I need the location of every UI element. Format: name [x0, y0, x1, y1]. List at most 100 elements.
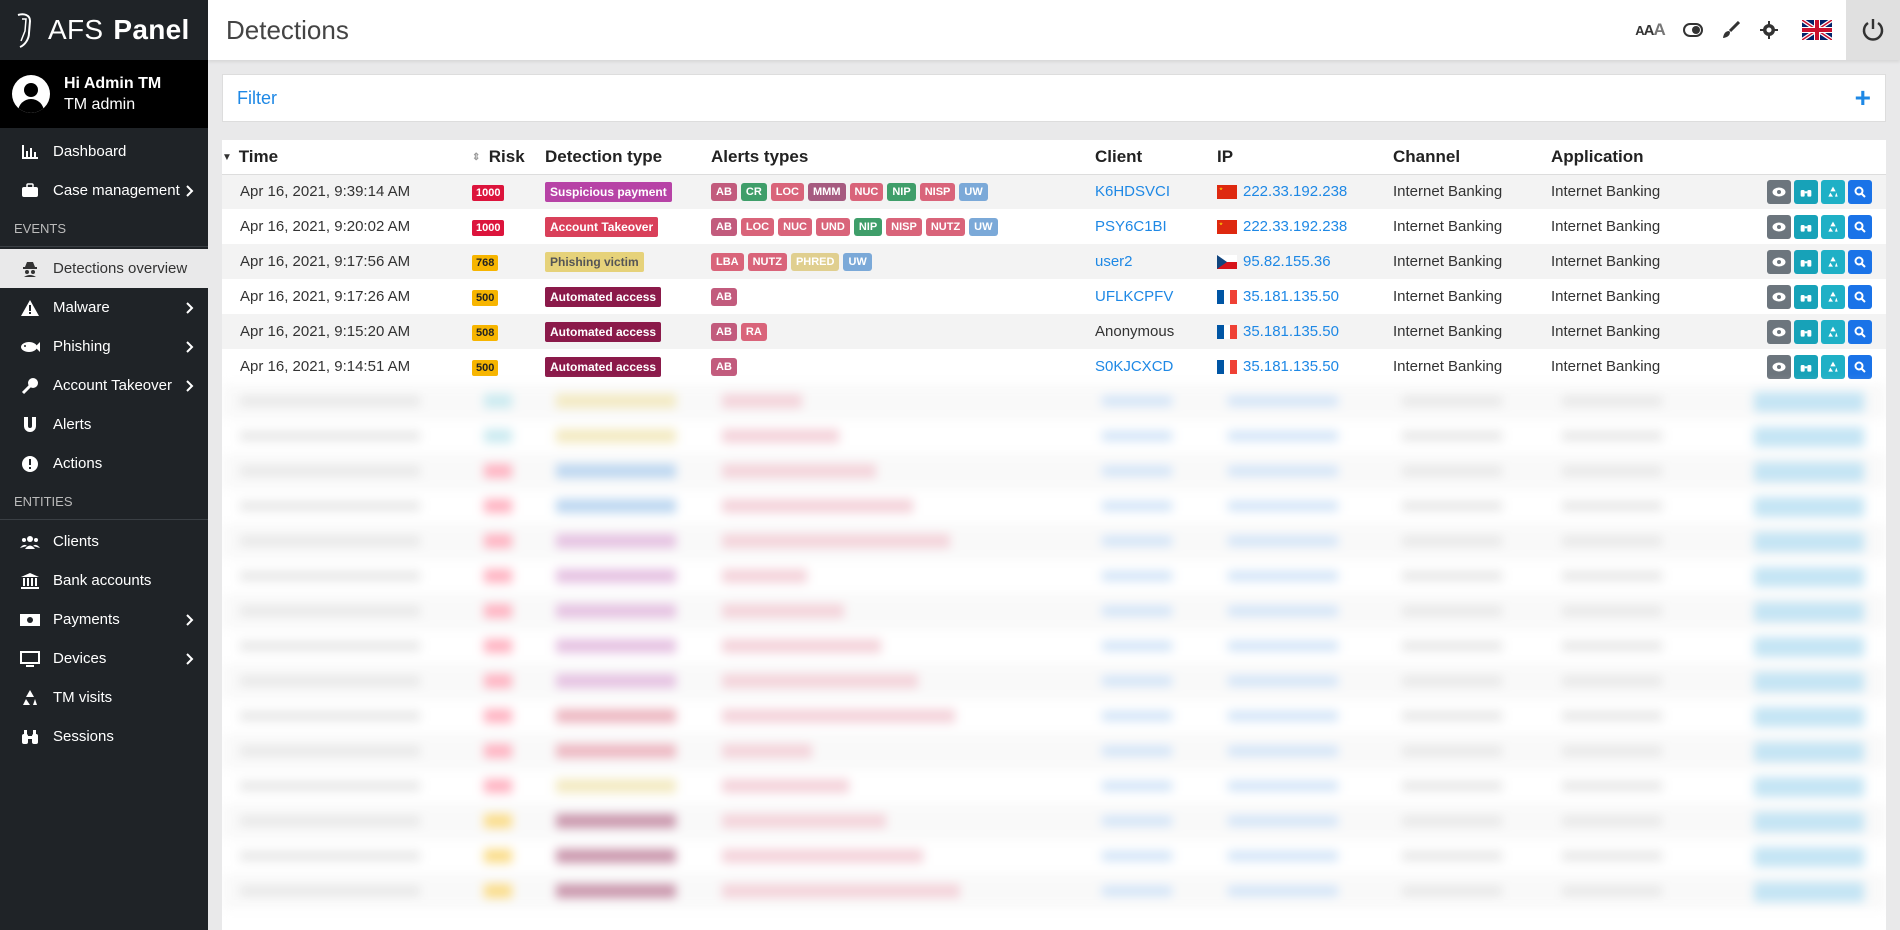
table-row[interactable]: Apr 16, 2021, 9:15:20 AM 508 Automated a… — [222, 314, 1886, 349]
user-box[interactable]: Hi Admin TM TM admin — [0, 60, 208, 128]
brand[interactable]: AFS Panel — [0, 0, 208, 60]
risk-badge: 1000 — [472, 219, 505, 236]
font-size-button[interactable]: AAA — [1628, 13, 1672, 47]
sidebar-item-alerts[interactable]: Alerts — [0, 405, 208, 444]
theme-toggle-icon[interactable] — [1676, 13, 1710, 47]
sidebar-item-detections-overview[interactable]: Detections overview — [0, 249, 208, 288]
view-eye-icon[interactable] — [1767, 354, 1791, 379]
sessions-binoculars-icon[interactable] — [1794, 319, 1818, 344]
detection-type-badge: Automated access — [545, 321, 662, 342]
client-link[interactable]: S0KJCXCD — [1095, 358, 1173, 375]
section-entities-title: ENTITIES — [14, 494, 73, 509]
ip-link[interactable]: 222.33.192.238 — [1243, 183, 1347, 200]
cell-alerts: AB — [711, 279, 1095, 314]
country-flag-icon — [1217, 288, 1243, 305]
chevron-right-icon — [186, 613, 194, 630]
sessions-binoculars-icon[interactable] — [1794, 249, 1818, 274]
sidebar-item-clients[interactable]: Clients — [0, 522, 208, 561]
client-link[interactable]: K6HDSVCI — [1095, 183, 1170, 200]
sessions-binoculars-icon[interactable] — [1794, 179, 1818, 204]
search-icon[interactable] — [1848, 354, 1872, 379]
table-row[interactable]: Apr 16, 2021, 9:17:56 AM 768 Phishing vi… — [222, 244, 1886, 279]
sidebar-item-devices[interactable]: Devices — [0, 639, 208, 678]
client-link[interactable]: user2 — [1095, 253, 1133, 270]
tm-visits-recycle-icon[interactable] — [1821, 249, 1845, 274]
column-time[interactable]: ▼ Time — [222, 140, 472, 175]
table-row[interactable]: Apr 16, 2021, 9:14:51 AM 500 Automated a… — [222, 349, 1886, 384]
uk-flag-icon[interactable] — [1802, 20, 1832, 40]
brand-title-bold: Panel — [113, 14, 190, 45]
chart-icon — [20, 142, 40, 162]
sidebar-item-phishing[interactable]: Phishing — [0, 327, 208, 366]
sidebar-item-malware[interactable]: Malware — [0, 288, 208, 327]
risk-badge: 508 — [472, 324, 499, 341]
ip-link[interactable]: 95.82.155.36 — [1243, 253, 1331, 270]
view-eye-icon[interactable] — [1767, 319, 1791, 344]
cell-channel: Internet Banking — [1393, 358, 1503, 375]
page-title: Detections — [226, 14, 349, 45]
cell-channel: Internet Banking — [1393, 174, 1551, 209]
search-icon[interactable] — [1848, 319, 1872, 344]
table-row[interactable]: Apr 16, 2021, 9:39:14 AM 1000 Suspicious… — [222, 174, 1886, 209]
tm-visits-recycle-icon[interactable] — [1821, 354, 1845, 379]
sidebar-item-account-takeover[interactable]: Account Takeover — [0, 366, 208, 405]
search-icon[interactable] — [1848, 179, 1872, 204]
sidebar-item-tm-visits[interactable]: TM visits — [0, 678, 208, 717]
sessions-binoculars-icon[interactable] — [1794, 284, 1818, 309]
sidebar-item-dashboard[interactable]: Dashboard — [0, 132, 208, 171]
detection-type-badge: Phishing victim — [545, 251, 644, 272]
filter-panel[interactable]: Filter + — [222, 74, 1886, 122]
sidebar-item-sessions[interactable]: Sessions — [0, 717, 208, 756]
search-icon[interactable] — [1848, 284, 1872, 309]
sessions-binoculars-icon[interactable] — [1794, 214, 1818, 239]
tm-visits-recycle-icon[interactable] — [1821, 214, 1845, 239]
alert-badge: NUC — [849, 183, 884, 202]
power-button[interactable] — [1846, 0, 1900, 60]
column-risk[interactable]: ⇕ Risk — [472, 140, 545, 175]
sidebar-item-case-management[interactable]: Case management — [0, 171, 208, 210]
filter-label[interactable]: Filter — [237, 88, 277, 109]
paint-brush-icon[interactable] — [1714, 13, 1748, 47]
cell-time: Apr 16, 2021, 9:17:56 AM — [222, 244, 472, 279]
sidebar-item-actions[interactable]: Actions — [0, 444, 208, 483]
search-icon[interactable] — [1848, 214, 1872, 239]
avatar — [12, 75, 50, 113]
alert-badge: NISP — [886, 218, 922, 236]
client-link[interactable]: UFLKCPFV — [1095, 288, 1173, 305]
table-row[interactable]: Apr 16, 2021, 9:20:02 AM 1000 Account Ta… — [222, 209, 1886, 244]
detection-type-badge: Automated access — [545, 356, 662, 377]
table-row[interactable]: Apr 16, 2021, 9:17:26 AM 500 Automated a… — [222, 279, 1886, 314]
search-icon[interactable] — [1848, 249, 1872, 274]
chevron-right-icon — [186, 301, 194, 318]
warning-icon — [20, 298, 40, 318]
sidebar-item-label: Clients — [53, 533, 99, 550]
tm-visits-recycle-icon[interactable] — [1821, 319, 1845, 344]
key-icon — [20, 376, 40, 396]
cell-channel: Internet Banking — [1393, 244, 1551, 279]
ip-link[interactable]: 35.181.135.50 — [1243, 323, 1339, 340]
filter-add-icon[interactable]: + — [1855, 82, 1871, 114]
ip-link[interactable]: 35.181.135.50 — [1243, 358, 1339, 375]
alert-badge: LOC — [740, 218, 775, 236]
view-eye-icon[interactable] — [1767, 284, 1791, 309]
cell-time: Apr 16, 2021, 9:39:14 AM — [222, 174, 472, 209]
sidebar-item-label: Payments — [53, 611, 120, 628]
chevron-right-icon — [186, 184, 194, 201]
sessions-binoculars-icon[interactable] — [1794, 354, 1818, 379]
sidebar-item-label: Account Takeover — [53, 377, 172, 394]
tm-visits-recycle-icon[interactable] — [1821, 179, 1845, 204]
ip-link[interactable]: 35.181.135.50 — [1243, 288, 1339, 305]
column-channel: Channel — [1393, 140, 1551, 175]
tm-visits-recycle-icon[interactable] — [1821, 284, 1845, 309]
sidebar-item-bank-accounts[interactable]: Bank accounts — [0, 561, 208, 600]
alert-badge: AB — [711, 288, 737, 306]
view-eye-icon[interactable] — [1767, 249, 1791, 274]
client-link[interactable]: PSY6C1BI — [1095, 218, 1167, 235]
view-eye-icon[interactable] — [1767, 179, 1791, 204]
ip-link[interactable]: 222.33.192.238 — [1243, 218, 1347, 235]
gear-icon[interactable] — [1752, 13, 1786, 47]
sidebar-item-payments[interactable]: Payments — [0, 600, 208, 639]
column-detection-type: Detection type — [545, 140, 711, 175]
alert-badge: UND — [815, 218, 850, 236]
view-eye-icon[interactable] — [1767, 214, 1791, 239]
